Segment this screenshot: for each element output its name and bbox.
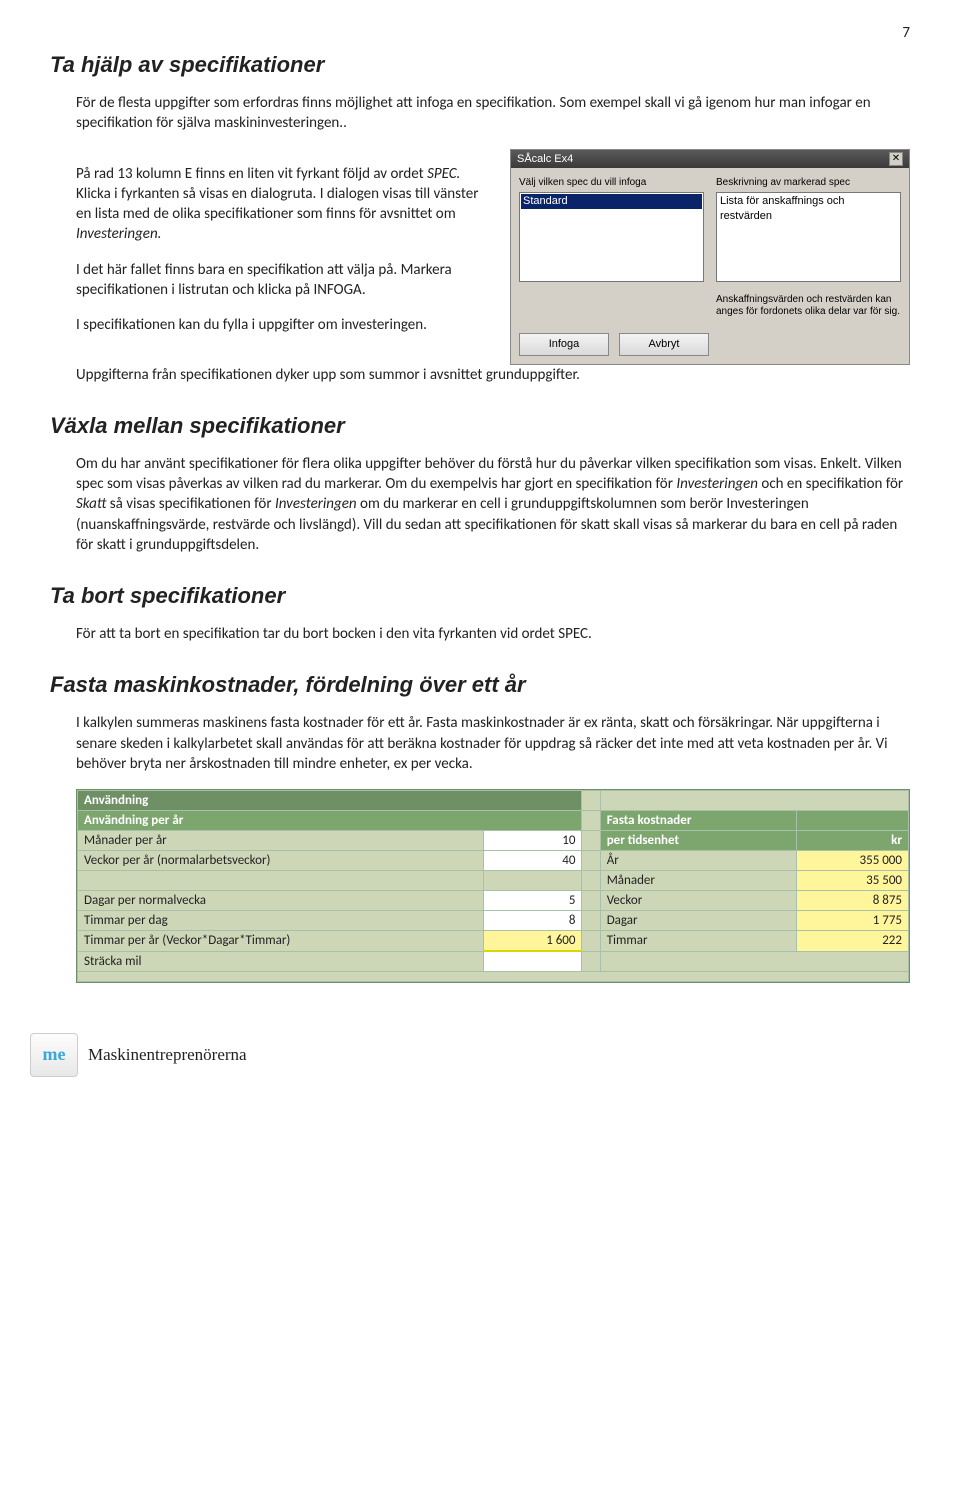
table-value: 40 (484, 851, 582, 871)
table-spacer (582, 831, 600, 851)
table-label: Dagar (600, 911, 796, 931)
heading-ta-hjalp: Ta hjälp av specifikationer (50, 52, 910, 78)
spec-list-right[interactable]: Lista för anskaffnings och restvärden (716, 192, 901, 282)
hdr-usage-year: Användning per år (78, 811, 582, 831)
hdr-right-unit: kr (796, 831, 908, 851)
footer-org: Maskinentreprenörerna (88, 1045, 247, 1065)
s1-para4a: I specifikationen kan du fylla i uppgift… (76, 315, 490, 335)
table-spacer (582, 911, 600, 931)
s4-para1: I kalkylen summeras maskinens fasta kost… (76, 713, 910, 774)
heading-vaxla: Växla mellan specifikationer (50, 413, 910, 439)
table-value: 355 000 (796, 851, 908, 871)
s1-para2: På rad 13 kolumn E finns en liten vit fy… (76, 164, 490, 245)
table-label: Sträcka mil (78, 951, 484, 971)
table-empty (78, 971, 909, 981)
table-label: Veckor (600, 891, 796, 911)
page-footer: me Maskinentreprenörerna (30, 1033, 910, 1077)
table-value: 8 875 (796, 891, 908, 911)
table-value: 8 (484, 911, 582, 931)
insert-button[interactable]: Infoga (519, 333, 609, 356)
table-label: Timmar (600, 931, 796, 952)
cancel-button[interactable]: Avbryt (619, 333, 709, 356)
table-value (484, 951, 582, 971)
list-item[interactable]: Standard (521, 194, 702, 209)
table-label: Veckor per år (normalarbetsveckor) (78, 851, 484, 871)
s1-para1: För de flesta uppgifter som erfordras fi… (76, 93, 910, 134)
s1-para3: I det här fallet finns bara en specifika… (76, 260, 490, 301)
dialog-left-label: Välj vilken spec du vill infoga (519, 176, 704, 190)
hdr-right2: per tidsenhet (600, 831, 796, 851)
close-icon[interactable]: ✕ (889, 152, 903, 166)
table-empty (78, 871, 484, 891)
table-label: År (600, 851, 796, 871)
s3-para1: För att ta bort en specifikation tar du … (76, 624, 910, 644)
s2-em3: Investeringen (275, 495, 357, 513)
s1-para4b: Uppgifterna från specifikationen dyker u… (76, 365, 910, 385)
hdr-right1: Fasta kostnader (600, 811, 796, 831)
logo-text: me (43, 1044, 66, 1065)
table-spacer (582, 931, 600, 952)
table-label: Månader (600, 871, 796, 891)
page-number: 7 (50, 24, 910, 42)
table-spacer (582, 851, 600, 871)
s1-p2-post: Klicka i fyrkanten så visas en dialogrut… (76, 185, 478, 223)
s2-b: och en specifikation för (758, 475, 903, 493)
table-spacer (582, 791, 600, 811)
s1-p2-pre: På rad 13 kolumn E finns en liten vit fy… (76, 165, 427, 183)
table-value: 1 600 (484, 931, 582, 952)
table-label: Dagar per normalvecka (78, 891, 484, 911)
s2-para1: Om du har använt specifikationer för fle… (76, 454, 910, 555)
spec-dialog: SÅcalc Ex4 ✕ Välj vilken spec du vill in… (510, 149, 910, 365)
table-empty (484, 871, 582, 891)
table-spacer (582, 891, 600, 911)
table-label: Timmar per år (Veckor*Dagar*Timmar) (78, 931, 484, 952)
s2-em2: Skatt (76, 495, 106, 513)
table-empty (796, 811, 908, 831)
dialog-right-label: Beskrivning av markerad spec (716, 176, 901, 190)
table-value: 1 775 (796, 911, 908, 931)
usage-cost-table: Användning Användning per år Fasta kostn… (76, 789, 910, 983)
table-value: 5 (484, 891, 582, 911)
table-value: 35 500 (796, 871, 908, 891)
s1-p2-em2: Investeringen. (76, 225, 161, 243)
heading-ta-bort: Ta bort specifikationer (50, 583, 910, 609)
table-empty (600, 791, 908, 811)
s2-em1: Investeringen (676, 475, 758, 493)
table-empty (600, 951, 908, 971)
dialog-titlebar: SÅcalc Ex4 ✕ (511, 150, 909, 169)
table-value: 222 (796, 931, 908, 952)
spec-list-left[interactable]: Standard (519, 192, 704, 282)
heading-fasta: Fasta maskinkostnader, fördelning över e… (50, 672, 910, 698)
s1-p2-em: SPEC. (427, 165, 460, 183)
table-value: 10 (484, 831, 582, 851)
s2-c: så visas specifikationen för (106, 495, 275, 513)
list-item: Lista för anskaffnings och restvärden (718, 194, 899, 224)
dialog-hint: Anskaffningsvärden och restvärden kan an… (716, 294, 901, 319)
me-logo-icon: me (30, 1033, 78, 1077)
table-label: Timmar per dag (78, 911, 484, 931)
hdr-usage: Användning (78, 791, 582, 811)
table-spacer (582, 871, 600, 891)
table-label: Månader per år (78, 831, 484, 851)
dialog-title: SÅcalc Ex4 (517, 152, 573, 167)
table-spacer (582, 811, 600, 831)
table-spacer (582, 951, 600, 971)
